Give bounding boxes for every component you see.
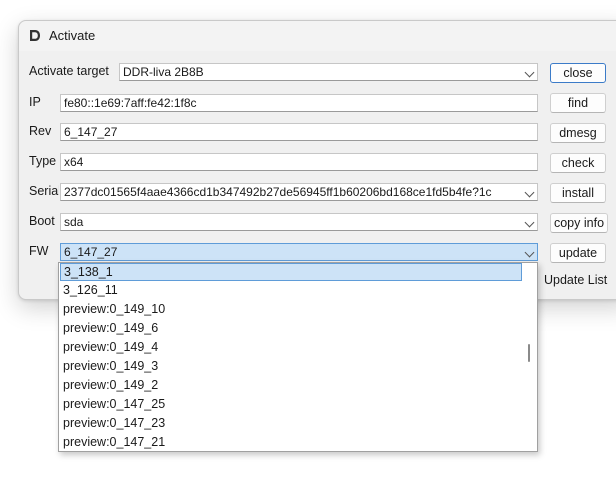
fw-value: 6_147_27 (64, 245, 118, 259)
copy-info-button[interactable]: copy info (550, 213, 608, 233)
ip-field[interactable]: fe80::1e69:7aff:fe42:1f8c (60, 94, 538, 112)
target-select[interactable]: DDR-liva 2B8B (119, 63, 538, 81)
activate-window: Activate Activate target DDR-liva 2B8B c… (18, 20, 616, 300)
close-button[interactable]: close (550, 63, 606, 83)
ip-label: IP (29, 95, 41, 109)
dmesg-button[interactable]: dmesg (550, 123, 606, 143)
list-item[interactable]: preview:0_149_3 (60, 358, 522, 376)
type-label: Type (29, 154, 57, 168)
scrollbar-thumb[interactable] (528, 344, 530, 362)
chevron-down-icon[interactable] (524, 67, 535, 78)
chevron-down-icon[interactable] (524, 187, 535, 198)
update-list-link[interactable]: Update List (544, 273, 607, 287)
list-item[interactable]: 3_126_11 (60, 282, 522, 300)
rev-field[interactable]: 6_147_27 (60, 123, 538, 141)
list-item[interactable]: preview:0_149_4 (60, 339, 522, 357)
find-button[interactable]: find (550, 93, 606, 113)
list-item[interactable]: 3_138_1 (60, 263, 522, 281)
update-button[interactable]: update (550, 243, 606, 263)
list-item[interactable]: preview:0_147_25 (60, 396, 522, 414)
rev-label: Rev (29, 124, 52, 138)
list-item[interactable]: preview:0_147_23 (60, 415, 522, 433)
check-button[interactable]: check (550, 153, 606, 173)
target-label: Activate target (29, 64, 109, 78)
type-field[interactable]: x64 (60, 153, 538, 171)
boot-label: Boot (29, 214, 55, 228)
title-bar[interactable]: Activate (19, 21, 616, 51)
list-item[interactable]: preview:0_149_2 (60, 377, 522, 395)
fw-label: FW (29, 244, 49, 258)
chevron-down-icon[interactable] (524, 217, 535, 228)
dropdown-scrollbar[interactable] (522, 264, 536, 450)
serial-select[interactable]: 2377dc01565f4aae4366cd1b347492b27de56945… (60, 183, 538, 201)
serial-value: 2377dc01565f4aae4366cd1b347492b27de56945… (64, 185, 492, 199)
fw-dropdown-list[interactable]: 3_138_1 3_126_11 preview:0_149_10 previe… (58, 262, 538, 452)
install-button[interactable]: install (550, 183, 606, 203)
chevron-down-icon[interactable] (524, 247, 535, 258)
fw-select[interactable]: 6_147_27 (60, 243, 538, 261)
list-item[interactable]: preview:0_147_21 (60, 434, 522, 451)
boot-select[interactable]: sda (60, 213, 538, 231)
target-value: DDR-liva 2B8B (123, 65, 204, 79)
window-title: Activate (49, 28, 96, 43)
list-item[interactable]: preview:0_149_10 (60, 301, 522, 319)
serial-label: Serial (29, 184, 59, 198)
app-icon (30, 30, 40, 41)
boot-value: sda (64, 215, 84, 229)
list-item[interactable]: preview:0_149_6 (60, 320, 522, 338)
